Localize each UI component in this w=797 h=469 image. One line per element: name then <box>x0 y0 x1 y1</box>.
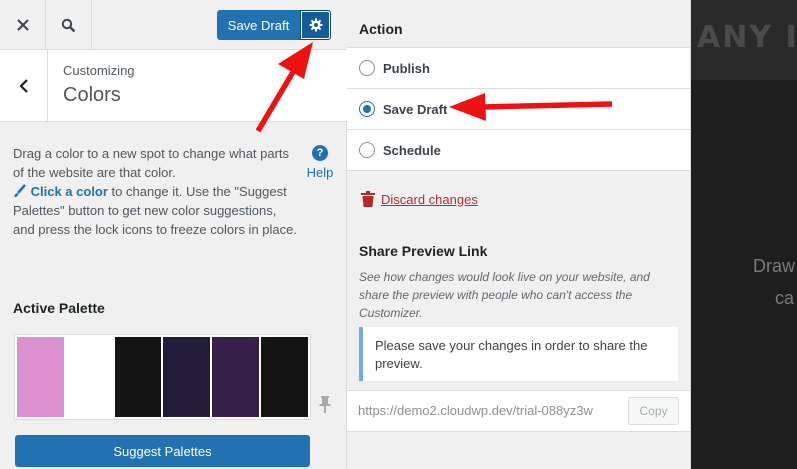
color-swatch[interactable] <box>261 337 308 417</box>
active-palette <box>14 334 311 420</box>
search-icon <box>61 18 76 32</box>
publish-radio[interactable] <box>359 60 375 76</box>
color-swatch[interactable] <box>212 337 260 417</box>
publish-label: Publish <box>383 60 430 76</box>
paintbrush-icon <box>14 184 26 198</box>
option-save-draft[interactable]: Save Draft <box>347 88 690 129</box>
section-description: Drag a color to a new spot to change wha… <box>13 144 298 239</box>
preview-brand: ANY I <box>697 20 797 55</box>
action-heading: Action <box>359 21 403 37</box>
save-draft-button[interactable]: Save Draft <box>217 10 300 40</box>
click-a-color-link[interactable]: Click a color <box>31 184 108 199</box>
color-swatch[interactable] <box>65 337 113 417</box>
pin-icon[interactable] <box>319 395 331 418</box>
save-draft-label: Save Draft <box>383 101 448 117</box>
preview-link-row: https://demo2.cloudwp.dev/trial-088yz3w … <box>347 390 690 432</box>
color-swatch[interactable] <box>163 337 211 417</box>
help-button[interactable]: ? Help <box>304 145 336 180</box>
discard-changes-link[interactable]: Discard changes <box>361 191 478 207</box>
publish-settings-panel: Action Publish Save Draft Schedule Disca… <box>347 0 691 469</box>
preview-url[interactable]: https://demo2.cloudwp.dev/trial-088yz3w <box>358 403 624 418</box>
share-preview-description: See how changes would look live on your … <box>359 270 650 320</box>
suggest-palettes-button[interactable]: Suggest Palettes <box>15 435 310 467</box>
description-text-1: Drag a color to a new spot to change wha… <box>13 146 290 180</box>
help-icon: ? <box>312 145 328 161</box>
option-publish[interactable]: Publish <box>347 47 690 88</box>
discard-changes-label: Discard changes <box>381 191 478 207</box>
section-title: Colors <box>63 84 121 106</box>
breadcrumb: Customizing <box>63 63 135 78</box>
customizer-header: Save Draft <box>0 0 347 50</box>
schedule-label: Schedule <box>383 142 441 158</box>
save-draft-radio[interactable] <box>359 101 375 117</box>
color-swatch[interactable] <box>114 337 162 417</box>
palette-title: Active Palette <box>13 300 105 316</box>
search-button[interactable] <box>46 0 92 50</box>
publish-settings-button[interactable] <box>300 10 331 40</box>
share-preview-heading: Share Preview Link <box>359 243 488 259</box>
gear-icon <box>309 18 322 32</box>
close-button[interactable] <box>0 0 46 50</box>
site-preview[interactable]: ANY I Draw ca <box>691 0 797 469</box>
copy-button[interactable]: Copy <box>628 397 679 425</box>
chevron-left-icon <box>18 79 28 93</box>
customizer-sidebar: Save Draft Customizing Colors Drag a col… <box>0 0 347 469</box>
section-header: Customizing Colors <box>0 50 347 122</box>
trash-icon <box>361 191 375 207</box>
back-button[interactable] <box>0 50 48 122</box>
save-notice: Please save your changes in order to sha… <box>359 327 678 381</box>
schedule-radio[interactable] <box>359 142 375 158</box>
option-schedule[interactable]: Schedule <box>347 129 690 171</box>
preview-text-2: ca <box>775 288 795 308</box>
close-icon <box>16 19 29 31</box>
color-swatch[interactable] <box>17 337 64 417</box>
help-label: Help <box>306 165 334 180</box>
preview-text-1: Draw <box>753 256 796 276</box>
